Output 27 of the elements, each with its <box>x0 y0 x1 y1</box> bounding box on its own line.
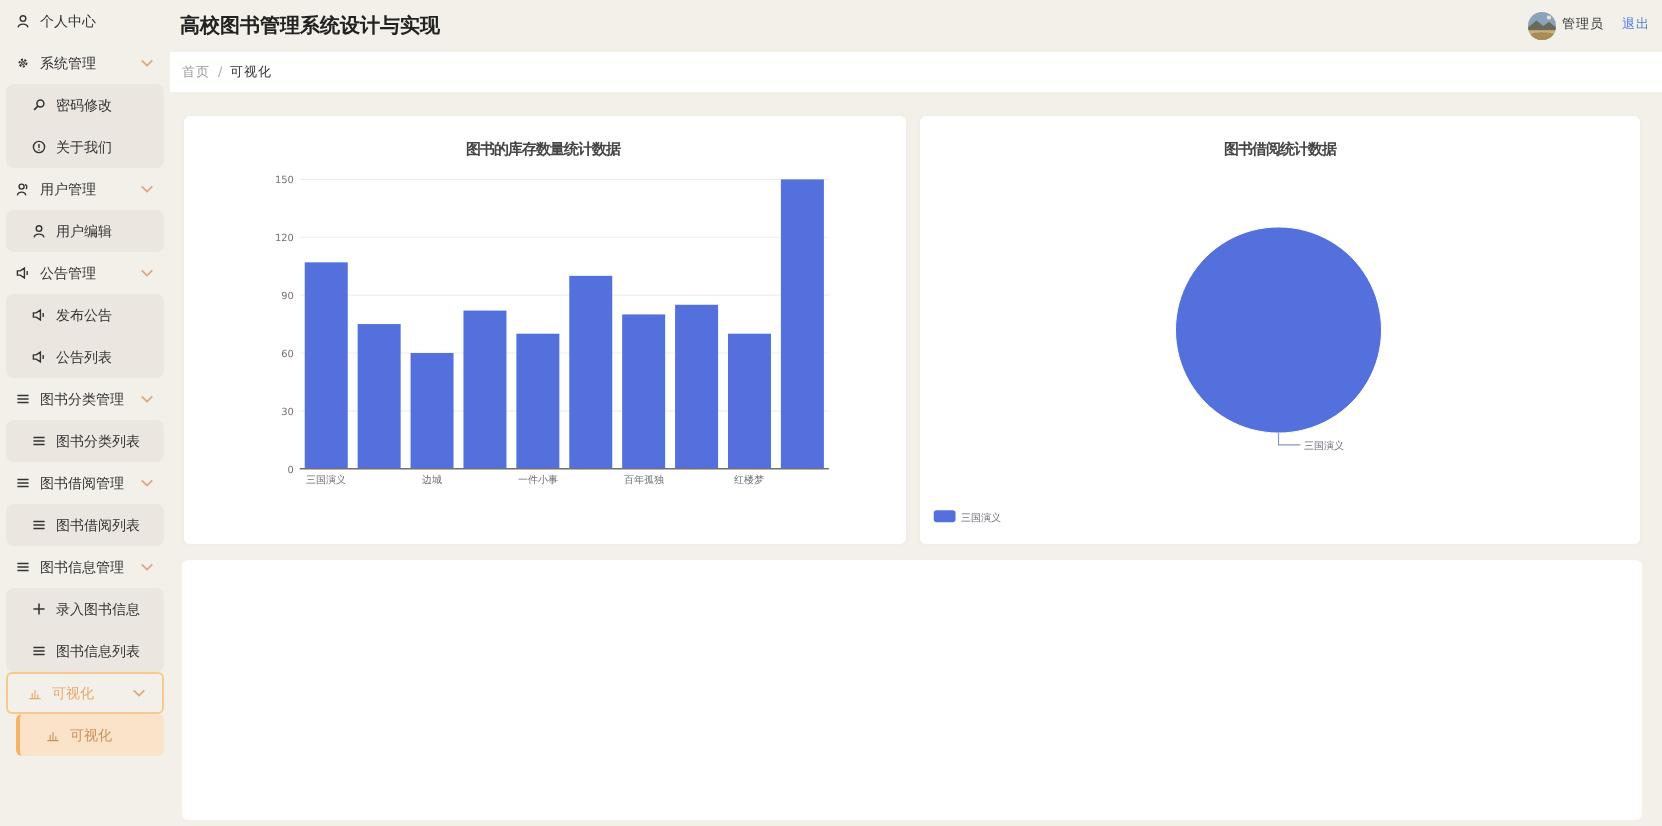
users-icon <box>16 182 30 196</box>
plus-icon <box>32 602 46 616</box>
list-icon <box>16 560 30 574</box>
list-icon <box>32 434 46 448</box>
search-icon <box>32 98 46 112</box>
speaker-icon <box>16 266 30 280</box>
chart-icon <box>28 686 42 700</box>
list-icon <box>16 392 30 406</box>
speaker-icon <box>32 308 46 322</box>
leader-line <box>1276 432 1300 446</box>
chart-icon <box>46 728 60 742</box>
legend-swatch <box>932 510 955 523</box>
chevron-icon <box>140 268 154 278</box>
chevron-icon <box>140 184 154 194</box>
chevron-icon <box>140 58 154 68</box>
chevron-icon <box>140 394 154 404</box>
list-icon <box>32 644 46 658</box>
app-title: 高校图书管理系统设计与实现 <box>180 12 440 39</box>
info-icon <box>32 140 46 154</box>
chevron-icon <box>132 688 146 698</box>
user-icon <box>16 14 30 28</box>
chevron-icon <box>140 562 154 572</box>
speaker-icon <box>32 350 46 364</box>
chevron-icon <box>140 478 154 488</box>
user-icon <box>32 224 46 238</box>
list-icon <box>32 518 46 532</box>
list-icon <box>16 476 30 490</box>
